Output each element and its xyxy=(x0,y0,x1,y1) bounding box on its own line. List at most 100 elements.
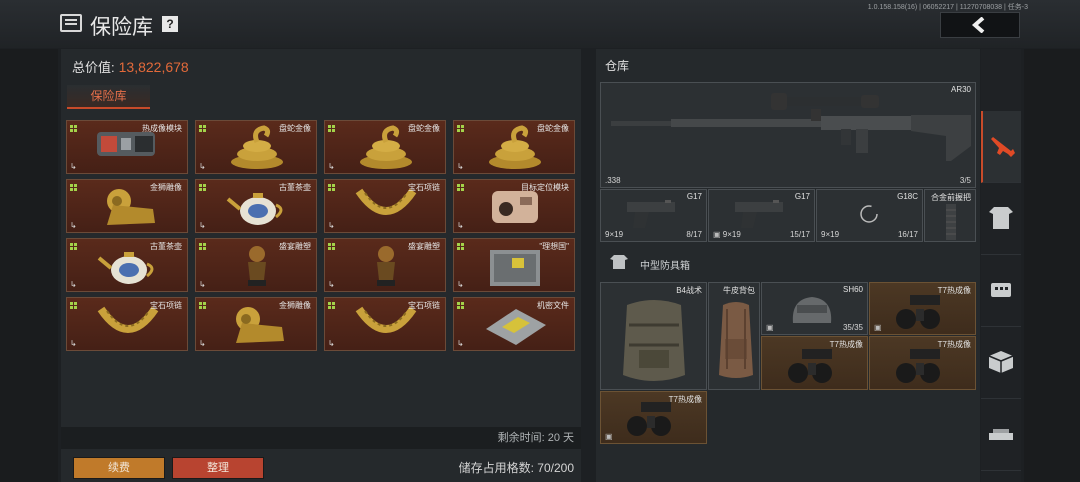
grade-icon xyxy=(457,184,465,191)
version-text: 1.0.158.158(16) | 06052217 | 11270708038… xyxy=(867,4,1028,11)
vault-item[interactable]: 目标定位模块 ↳ xyxy=(453,179,575,233)
transfer-icon: ↳ xyxy=(328,162,335,171)
helmet-durability: 35/35 xyxy=(842,323,863,332)
armor-name: SH60 xyxy=(842,285,863,294)
tab-misc[interactable] xyxy=(981,399,1021,471)
night-vision-icon xyxy=(788,349,832,383)
case-label: 中型防具箱 xyxy=(640,261,690,272)
rifle-slot[interactable]: AR30 .338 3/5 xyxy=(600,82,976,188)
item-name: 古董茶壶 xyxy=(279,183,311,192)
grade-icon xyxy=(70,243,78,250)
armor-slot[interactable]: 牛皮背包 xyxy=(708,282,760,390)
vault-item[interactable]: "理想国" ↳ xyxy=(453,238,575,292)
armor-slot[interactable]: T7热成像 ▣ xyxy=(869,282,976,335)
vault-item[interactable]: 机密文件 ↳ xyxy=(453,297,575,351)
transfer-icon: ↳ xyxy=(328,221,335,230)
tab-weapons[interactable] xyxy=(981,111,1021,183)
pistol-slot[interactable]: G17 9×19 8/17 xyxy=(600,189,707,242)
transfer-icon: ↳ xyxy=(199,162,206,171)
tab-supplies[interactable] xyxy=(981,327,1021,399)
vault-item[interactable]: 宝石项链 ↳ xyxy=(324,179,446,233)
transfer-icon: ↳ xyxy=(70,221,77,230)
renew-button[interactable]: 续费 xyxy=(73,457,165,479)
pistol-name: G17 xyxy=(686,192,702,201)
tray-icon xyxy=(989,429,1013,440)
remaining-time: 剩余时间: 20 天 xyxy=(61,427,581,449)
page-title: 保险库 xyxy=(90,16,153,39)
armor-slot[interactable]: B4战术 xyxy=(600,282,707,390)
pistol-caliber: ▣ 9×19 xyxy=(713,230,741,239)
armor-slot[interactable]: T7热成像 xyxy=(869,336,976,390)
total-amount: 13,822,678 xyxy=(118,59,189,75)
category-sidebar xyxy=(981,49,1021,482)
pistol-slot[interactable]: G17 ▣ 9×19 15/17 xyxy=(708,189,815,242)
item-name: 盛宴雕塑 xyxy=(279,242,311,251)
grade-icon xyxy=(70,302,78,309)
pistol-ammo: 16/17 xyxy=(897,230,918,239)
night-vision-icon xyxy=(627,402,671,436)
grade-icon xyxy=(328,184,336,191)
storage-usage: 储存占用格数: 70/200 xyxy=(458,461,574,475)
secured-icon: ▣ xyxy=(713,230,723,239)
grade-icon xyxy=(70,125,78,132)
tab-armor[interactable] xyxy=(981,183,1021,255)
back-button[interactable] xyxy=(940,12,1020,38)
vault-item[interactable]: 盛宴雕塑 ↳ xyxy=(195,238,317,292)
warehouse-title: 仓库 xyxy=(605,59,630,73)
vest-icon xyxy=(989,207,1013,229)
vault-item[interactable]: 宝石项链 ↳ xyxy=(324,297,446,351)
pistol-icon xyxy=(735,200,783,228)
item-name: 盘蛇金像 xyxy=(408,124,440,133)
item-name: 盛宴雕塑 xyxy=(408,242,440,251)
grade-icon xyxy=(70,184,78,191)
item-name: 目标定位模块 xyxy=(521,183,569,192)
night-vision-icon xyxy=(896,295,940,329)
grip-slot[interactable]: 合金前握把 xyxy=(924,189,976,242)
vault-item[interactable]: 古董茶壶 ↳ xyxy=(195,179,317,233)
transfer-icon: ↳ xyxy=(457,162,464,171)
sort-button[interactable]: 整理 xyxy=(172,457,264,479)
transfer-icon: ↳ xyxy=(457,339,464,348)
armor-name: 牛皮背包 xyxy=(723,286,755,295)
transfer-icon: ↳ xyxy=(328,339,335,348)
grade-icon xyxy=(457,243,465,250)
rifle-caliber: .338 xyxy=(605,176,621,185)
vault-item[interactable]: 金狮雕像 ↳ xyxy=(66,179,188,233)
total-label: 总价值: xyxy=(72,60,115,75)
tactical-vest-icon xyxy=(623,300,685,381)
grade-icon xyxy=(328,243,336,250)
transfer-icon: ↳ xyxy=(199,280,206,289)
tab-vault[interactable]: 保险库 xyxy=(67,85,150,109)
armor-slot[interactable]: T7热成像 xyxy=(761,336,868,390)
item-name: 金狮雕像 xyxy=(150,183,182,192)
item-name: 盘蛇金像 xyxy=(279,124,311,133)
pistol-caliber-text: 9×19 xyxy=(722,230,741,239)
transfer-icon: ↳ xyxy=(70,280,77,289)
help-button[interactable]: ? xyxy=(162,16,178,32)
back-arrow-icon xyxy=(971,17,985,33)
transfer-icon: ↳ xyxy=(70,339,77,348)
vault-item[interactable]: 盘蛇金像 ↳ xyxy=(453,120,575,174)
vault-item[interactable]: 古董茶壶 ↳ xyxy=(66,238,188,292)
grade-icon xyxy=(457,125,465,132)
item-name: 宝石项链 xyxy=(408,183,440,192)
grip-icon xyxy=(946,204,956,240)
night-vision-icon xyxy=(896,349,940,383)
item-name: "理想国" xyxy=(539,242,569,251)
vault-item[interactable]: 盘蛇金像 ↳ xyxy=(195,120,317,174)
armor-case-icon xyxy=(610,255,628,269)
vault-item[interactable]: 宝石项链 ↳ xyxy=(66,297,188,351)
pistol-icon xyxy=(627,200,675,228)
armor-slot[interactable]: SH60 ▣ 35/35 xyxy=(761,282,868,335)
armor-slot[interactable]: T7热成像 ▣ xyxy=(600,391,707,444)
vault-item[interactable]: 盛宴雕塑 ↳ xyxy=(324,238,446,292)
pistol-slot[interactable]: G18C 9×19 16/17 xyxy=(816,189,923,242)
transfer-icon: ↳ xyxy=(457,280,464,289)
chest-rig-icon xyxy=(991,283,1011,297)
transfer-icon: ↳ xyxy=(328,280,335,289)
vault-item[interactable]: 金狮雕像 ↳ xyxy=(195,297,317,351)
pistol-ammo: 15/17 xyxy=(789,230,810,239)
tab-equipment[interactable] xyxy=(981,255,1021,327)
vault-item[interactable]: 热成像模块 ↳ xyxy=(66,120,188,174)
vault-item[interactable]: 盘蛇金像 ↳ xyxy=(324,120,446,174)
